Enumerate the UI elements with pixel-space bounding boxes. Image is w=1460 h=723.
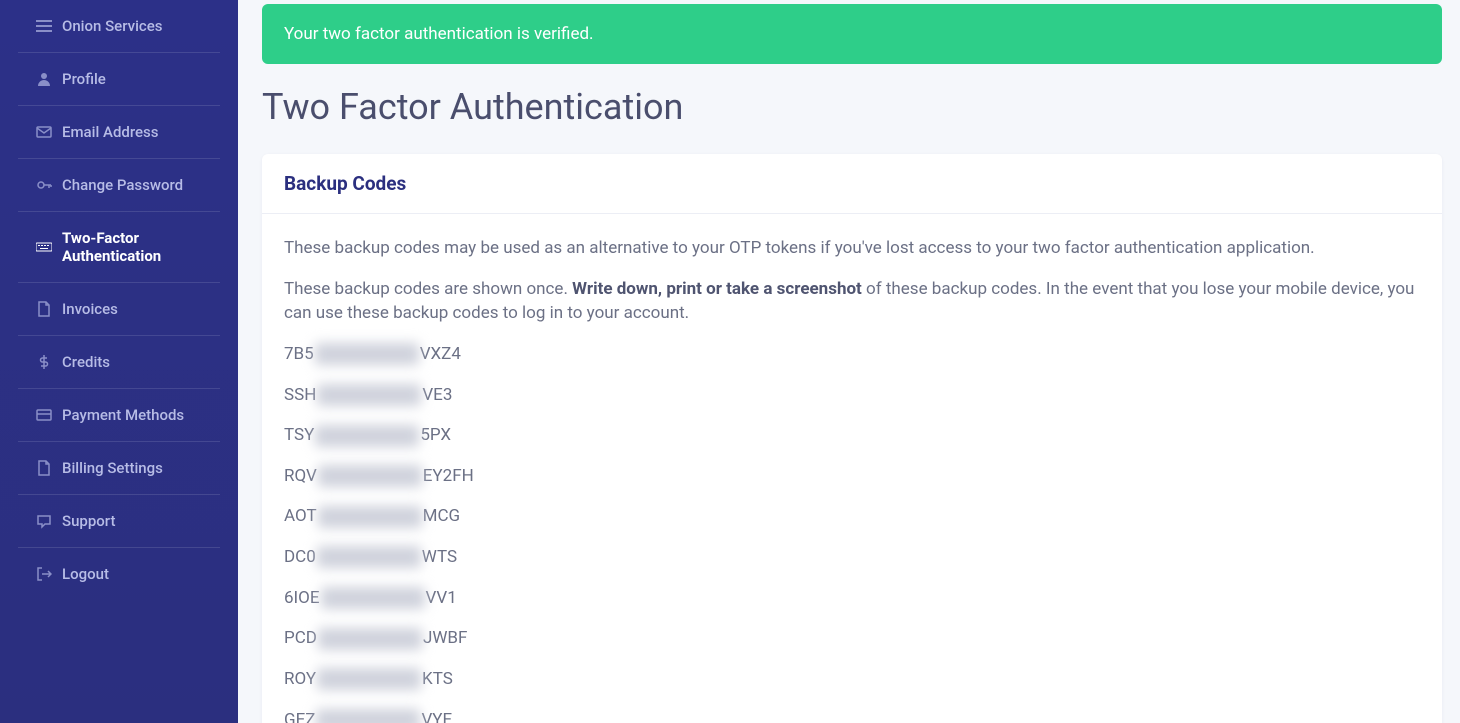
sidebar-item-label: Email Address	[62, 123, 159, 141]
para2-pre: These backup codes are shown once.	[284, 279, 572, 299]
code-suffix: VE3	[422, 383, 452, 408]
code-redacted	[317, 384, 421, 406]
code-suffix: VYE	[421, 708, 452, 723]
card-body: These backup codes may be used as an alt…	[262, 214, 1442, 723]
code-suffix: KTS	[422, 667, 453, 692]
backup-code-row: GEZ VYE	[284, 708, 1420, 723]
backup-code-row: SSH VE3	[284, 383, 1420, 408]
sidebar-item-profile[interactable]: Profile	[18, 53, 220, 106]
dollar-icon	[36, 354, 52, 370]
code-redacted	[315, 343, 419, 365]
sidebar-item-label: Profile	[62, 70, 106, 88]
code-suffix: EY2FH	[423, 464, 474, 489]
sidebar-item-label: Onion Services	[62, 17, 163, 35]
logout-icon	[36, 566, 52, 582]
backup-code-row: AOT MCG	[284, 504, 1420, 529]
sidebar-item-credits[interactable]: Credits	[18, 336, 220, 389]
sidebar-item-logout[interactable]: Logout	[18, 548, 220, 600]
key-icon	[36, 177, 52, 193]
sidebar-item-two-factor[interactable]: Two-Factor Authentication	[18, 212, 220, 283]
code-redacted	[318, 628, 422, 650]
code-suffix: MCG	[423, 504, 461, 529]
file-icon	[36, 301, 52, 317]
sidebar-item-payment-methods[interactable]: Payment Methods	[18, 389, 220, 442]
code-redacted	[316, 709, 420, 723]
sidebar-item-label: Invoices	[62, 300, 118, 318]
main: Your two factor authentication is verifi…	[238, 0, 1460, 723]
card-icon	[36, 407, 52, 423]
success-alert: Your two factor authentication is verifi…	[262, 4, 1442, 64]
mail-icon	[36, 124, 52, 140]
code-prefix: DC0	[284, 545, 316, 570]
code-prefix: GEZ	[284, 708, 315, 723]
card-paragraph-2: These backup codes are shown once. Write…	[284, 277, 1420, 326]
sidebar-item-label: Two-Factor Authentication	[62, 229, 202, 265]
code-suffix: JWBF	[423, 626, 467, 651]
sidebar-item-label: Change Password	[62, 176, 183, 194]
chat-icon	[36, 513, 52, 529]
sidebar: Onion Services Profile Email Address Cha…	[0, 0, 238, 723]
card-header: Backup Codes	[262, 154, 1442, 214]
sidebar-item-onion-services[interactable]: Onion Services	[18, 0, 220, 53]
sidebar-item-label: Billing Settings	[62, 459, 163, 477]
code-prefix: AOT	[284, 504, 317, 529]
sidebar-item-label: Payment Methods	[62, 406, 184, 424]
code-prefix: 6IOE	[284, 586, 320, 611]
code-redacted	[318, 465, 422, 487]
code-suffix: WTS	[422, 545, 457, 570]
code-prefix: PCD	[284, 626, 317, 651]
keyboard-icon	[36, 239, 52, 255]
code-redacted	[315, 425, 419, 447]
backup-codes-card: Backup Codes These backup codes may be u…	[262, 154, 1442, 723]
backup-code-row: DC0 WTS	[284, 545, 1420, 570]
code-prefix: RQV	[284, 464, 317, 489]
backup-codes-list: 7B5 VXZ4 SSH VE3 TSY 5PX RQV EY2	[284, 342, 1420, 723]
code-prefix: ROY	[284, 667, 316, 692]
backup-code-row: TSY 5PX	[284, 423, 1420, 448]
code-redacted	[321, 587, 425, 609]
code-prefix: SSH	[284, 383, 316, 408]
backup-code-row: 6IOE VV1	[284, 586, 1420, 611]
backup-code-row: ROY KTS	[284, 667, 1420, 692]
backup-code-row: RQV EY2FH	[284, 464, 1420, 489]
code-redacted	[318, 506, 422, 528]
code-suffix: VV1	[426, 586, 457, 611]
backup-code-row: PCD JWBF	[284, 626, 1420, 651]
code-redacted	[317, 668, 421, 690]
user-icon	[36, 71, 52, 87]
page-title: Two Factor Authentication	[262, 86, 1442, 128]
sidebar-item-invoices[interactable]: Invoices	[18, 283, 220, 336]
sidebar-item-support[interactable]: Support	[18, 495, 220, 548]
para2-bold: Write down, print or take a screenshot	[572, 279, 862, 299]
sidebar-item-label: Logout	[62, 565, 109, 583]
sidebar-item-email[interactable]: Email Address	[18, 106, 220, 159]
sidebar-item-billing-settings[interactable]: Billing Settings	[18, 442, 220, 495]
alert-message: Your two factor authentication is verifi…	[284, 24, 594, 44]
sidebar-item-label: Credits	[62, 353, 110, 371]
code-redacted	[317, 546, 421, 568]
card-title: Backup Codes	[284, 172, 1420, 195]
code-suffix: 5PX	[420, 423, 451, 448]
backup-code-row: 7B5 VXZ4	[284, 342, 1420, 367]
sidebar-item-change-password[interactable]: Change Password	[18, 159, 220, 212]
list-icon	[36, 18, 52, 34]
card-paragraph-1: These backup codes may be used as an alt…	[284, 236, 1420, 261]
code-suffix: VXZ4	[420, 342, 461, 367]
sidebar-item-label: Support	[62, 512, 115, 530]
file-icon	[36, 460, 52, 476]
code-prefix: TSY	[284, 423, 314, 448]
code-prefix: 7B5	[284, 342, 314, 367]
